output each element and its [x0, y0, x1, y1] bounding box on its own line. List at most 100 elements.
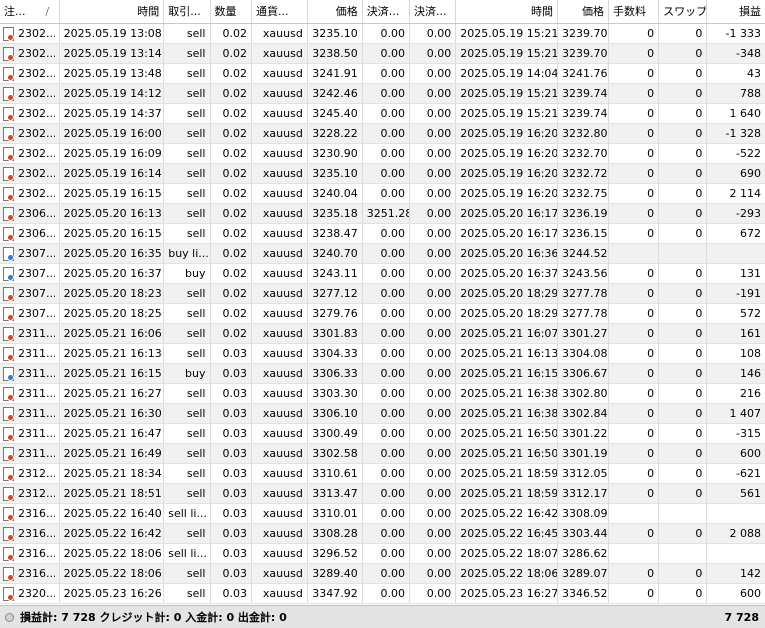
column-header-stop-loss[interactable]: 決済... [363, 0, 410, 23]
table-row[interactable]: 2302... 2025.05.19 16:00:04sell0.02xauusd… [0, 124, 765, 144]
table-row[interactable]: 2306... 2025.05.20 16:15:33sell0.02xauusd… [0, 224, 765, 244]
table-row[interactable]: 2311... 2025.05.21 16:13:39sell0.03xauusd… [0, 344, 765, 364]
table-row[interactable]: 2302... 2025.05.19 16:15:18sell0.02xauusd… [0, 184, 765, 204]
table-row[interactable]: 2307... 2025.05.20 18:23:23sell0.02xauusd… [0, 284, 765, 304]
table-row[interactable]: 2302... 2025.05.19 13:08:56sell0.02xauusd… [0, 24, 765, 44]
close-time-cell: 2025.05.21 16:50:03 [456, 424, 558, 443]
close-time-cell: 2025.05.21 18:59:56 [456, 464, 558, 483]
column-header-volume[interactable]: 数量 [211, 0, 253, 23]
table-row[interactable]: 2307... 2025.05.20 18:25:55sell0.02xauusd… [0, 304, 765, 324]
order-number: 2302... [18, 87, 55, 100]
open-time-cell: 2025.05.20 16:35:26 [60, 244, 165, 263]
column-header-swap[interactable]: スワップ [659, 0, 708, 23]
table-row[interactable]: 2316... 2025.05.22 18:06:06sell li...0.03… [0, 544, 765, 564]
stop-loss-cell: 0.00 [363, 364, 410, 383]
open-price-cell: 3306.33 [308, 364, 363, 383]
type-cell: sell [164, 144, 211, 163]
order-cell: 2312... [0, 464, 60, 483]
status-bar: 損益計: 7 728 クレジット計: 0 入金計: 0 出金計: 0 7 728 [0, 605, 765, 628]
close-price-cell: 3346.52 [558, 584, 610, 603]
column-header-close-time[interactable]: 時間 [456, 0, 558, 23]
order-number: 2316... [18, 527, 55, 540]
commission-cell: 0 [609, 84, 660, 103]
table-row[interactable]: 2302... 2025.05.19 16:14:06sell0.02xauusd… [0, 164, 765, 184]
table-row[interactable]: 2311...2025.05.21 16:15:23buy0.03xauusd3… [0, 364, 765, 384]
open-time-cell: 2025.05.20 16:15:33 [60, 224, 165, 243]
order-cell: 2311... [0, 324, 60, 343]
column-header-take-profit[interactable]: 決済... [410, 0, 457, 23]
close-time-cell: 2025.05.19 16:20:36 [456, 124, 558, 143]
take-profit-cell: 0.00 [410, 124, 457, 143]
column-header-order[interactable]: 注... / [0, 0, 60, 23]
table-row[interactable]: 2311... 2025.05.21 16:30:36sell0.03xauusd… [0, 404, 765, 424]
volume-cell: 0.02 [211, 204, 252, 223]
open-time-cell: 2025.05.22 18:06:38 [60, 564, 165, 583]
table-row[interactable]: 2320... 2025.05.23 16:26:43sell0.03xauusd… [0, 584, 765, 604]
table-row[interactable]: 2302... 2025.05.19 13:48:40sell0.02xauusd… [0, 64, 765, 84]
order-number: 2306... [18, 227, 55, 240]
order-cell: 2312... [0, 484, 60, 503]
close-price-cell: 3301.22 [558, 424, 610, 443]
table-row[interactable]: 2307... 2025.05.20 16:35:26buy li...0.02x… [0, 244, 765, 264]
volume-cell: 0.02 [211, 64, 252, 83]
table-row[interactable]: 2311... 2025.05.21 16:06:43sell0.02xauusd… [0, 324, 765, 344]
open-price-cell: 3296.52 [308, 544, 363, 563]
volume-cell: 0.02 [211, 244, 252, 263]
table-row[interactable]: 2306... 2025.05.20 16:13:46sell0.02xauusd… [0, 204, 765, 224]
table-row[interactable]: 2312... 2025.05.21 18:34:28sell0.03xauusd… [0, 464, 765, 484]
commission-cell: 0 [609, 184, 660, 203]
type-cell: sell [164, 284, 211, 303]
close-price-cell: 3304.08 [558, 344, 610, 363]
open-time-cell: 2025.05.23 16:26:43 [60, 584, 165, 603]
table-row[interactable]: 2302... 2025.05.19 16:09:51sell0.02xauusd… [0, 144, 765, 164]
close-time-cell: 2025.05.19 15:21:55 [456, 104, 558, 123]
table-row[interactable]: 2316... 2025.05.22 18:06:38sell0.03xauusd… [0, 564, 765, 584]
table-row[interactable]: 2307...2025.05.20 16:37:25buy0.02xauusd3… [0, 264, 765, 284]
stop-loss-cell: 0.00 [363, 564, 410, 583]
column-header-close-price[interactable]: 価格 [558, 0, 610, 23]
table-row[interactable]: 2302... 2025.05.19 13:14:12sell0.02xauusd… [0, 44, 765, 64]
column-header-open-price[interactable]: 価格 [308, 0, 363, 23]
swap-cell: 0 [659, 384, 708, 403]
table-row[interactable]: 2311... 2025.05.21 16:27:11sell0.03xauusd… [0, 384, 765, 404]
open-price-cell: 3240.04 [308, 184, 363, 203]
profit-cell [707, 544, 765, 563]
open-time-cell: 2025.05.21 16:47:05 [60, 424, 165, 443]
take-profit-cell: 0.00 [410, 224, 457, 243]
commission-cell: 0 [609, 364, 660, 383]
symbol-cell: xauusd [252, 164, 308, 183]
sell-order-icon [3, 566, 14, 581]
close-time-cell: 2025.05.19 16:20:36 [456, 144, 558, 163]
table-row[interactable]: 2316... 2025.05.22 16:40:15sell li...0.03… [0, 504, 765, 524]
column-header-type[interactable]: 取引... [164, 0, 211, 23]
close-price-cell: 3306.67 [558, 364, 610, 383]
volume-cell: 0.03 [211, 444, 252, 463]
sell-order-icon [3, 426, 14, 441]
sell-order-icon [3, 46, 14, 61]
table-row[interactable]: 2302... 2025.05.19 14:37:00sell0.02xauusd… [0, 104, 765, 124]
open-time-cell: 2025.05.21 16:49:09 [60, 444, 165, 463]
column-header-commission[interactable]: 手数料 [609, 0, 660, 23]
symbol-cell: xauusd [252, 484, 308, 503]
column-header-open-time[interactable]: 時間 [60, 0, 165, 23]
order-cell: 2316... [0, 544, 60, 563]
symbol-cell: xauusd [252, 564, 308, 583]
table-row[interactable]: 2316... 2025.05.22 16:42:51sell0.03xauusd… [0, 524, 765, 544]
order-number: 2307... [18, 267, 55, 280]
take-profit-cell: 0.00 [410, 424, 457, 443]
table-row[interactable]: 2312... 2025.05.21 18:51:03sell0.03xauusd… [0, 484, 765, 504]
type-cell: sell [164, 464, 211, 483]
take-profit-cell: 0.00 [410, 44, 457, 63]
open-time-cell: 2025.05.20 16:37:25 [60, 264, 165, 283]
symbol-cell: xauusd [252, 544, 308, 563]
stop-loss-cell: 0.00 [363, 584, 410, 603]
swap-cell: 0 [659, 124, 708, 143]
column-header-symbol[interactable]: 通貨... [252, 0, 308, 23]
profit-cell: 2 114 [729, 187, 762, 200]
table-row[interactable]: 2311... 2025.05.21 16:49:09sell0.03xauusd… [0, 444, 765, 464]
take-profit-cell: 0.00 [410, 384, 457, 403]
table-row[interactable]: 2311... 2025.05.21 16:47:05sell0.03xauusd… [0, 424, 765, 444]
order-number: 2320... [18, 587, 55, 600]
column-header-profit[interactable]: 損益 [707, 0, 765, 23]
table-row[interactable]: 2302... 2025.05.19 14:12:13sell0.02xauusd… [0, 84, 765, 104]
